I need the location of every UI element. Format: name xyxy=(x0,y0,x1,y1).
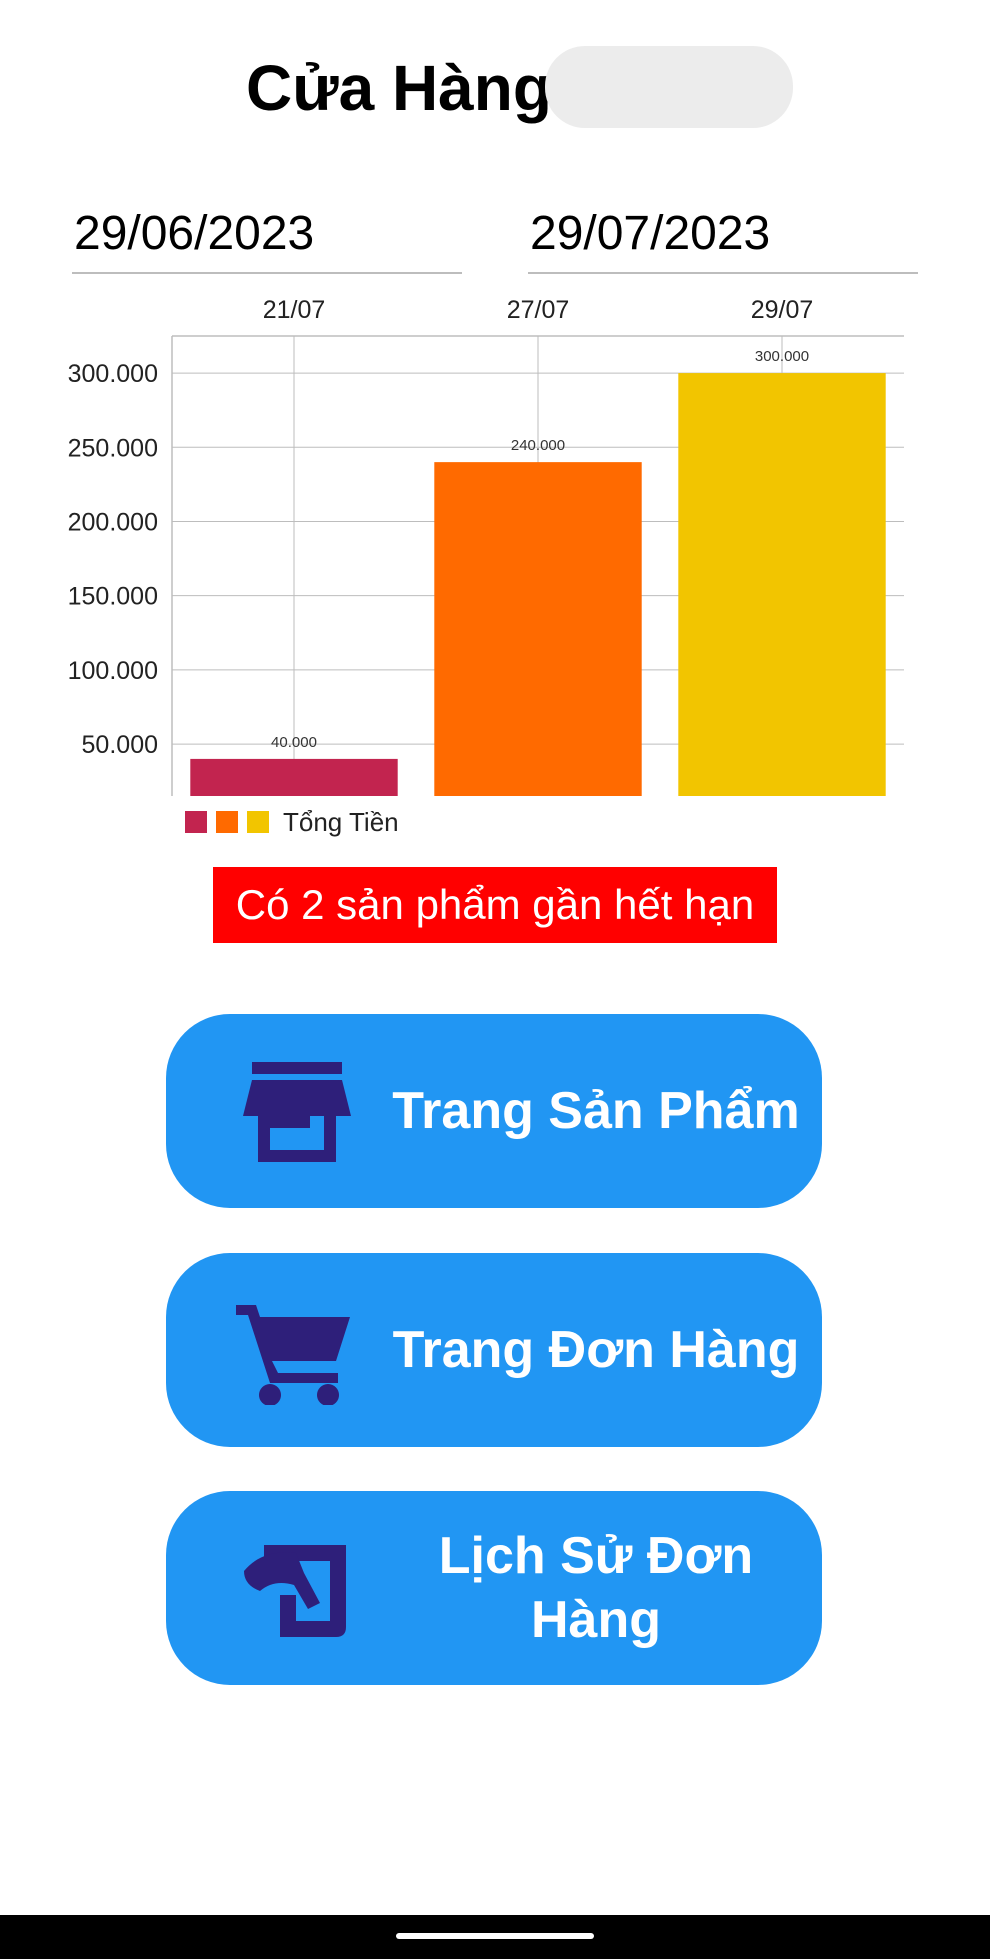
y-tick-label: 100.000 xyxy=(68,657,158,685)
store-icon xyxy=(243,1062,351,1162)
order-history-label: Lịch Sử Đơn Hàng xyxy=(438,1527,754,1649)
home-indicator[interactable] xyxy=(396,1933,594,1939)
legend-swatch xyxy=(247,811,269,833)
y-tick-label: 300.000 xyxy=(68,360,158,388)
bar xyxy=(678,373,886,796)
bar xyxy=(434,462,642,796)
legend-label: Tổng Tiền xyxy=(283,807,399,837)
orders-page-button[interactable]: Trang Đơn Hàng xyxy=(166,1253,822,1447)
x-tick-label: 29/07 xyxy=(751,296,814,324)
y-tick-label: 50.000 xyxy=(82,731,158,759)
x-tick-label: 27/07 xyxy=(507,296,570,324)
products-page-label: Trang Sản Phẩm xyxy=(392,1082,800,1140)
x-tick-label: 21/07 xyxy=(263,296,326,324)
y-tick-label: 150.000 xyxy=(68,583,158,611)
orders-page-label: Trang Đơn Hàng xyxy=(392,1321,800,1379)
date-to-value: 29/07/2023 xyxy=(530,207,771,260)
bar-value-label: 240.000 xyxy=(511,437,565,454)
bar xyxy=(190,758,398,796)
order-history-button[interactable]: Lịch Sử Đơn Hàng xyxy=(166,1491,822,1685)
date-from-value: 29/06/2023 xyxy=(74,207,315,260)
revenue-chart: 50.000 100.000 150.000 200.000 250.000 300.00… xyxy=(68,296,904,837)
date-from-field[interactable]: 29/06/2023 xyxy=(72,200,462,274)
redacted-store-name xyxy=(545,46,793,128)
header: Cửa Hàng xyxy=(0,40,990,130)
bar-value-label: 300.000 xyxy=(755,348,809,365)
history-icon xyxy=(244,1545,346,1637)
products-page-button[interactable]: Trang Sản Phẩm xyxy=(166,1014,822,1208)
system-navigation-bar xyxy=(0,1915,990,1959)
legend-swatch xyxy=(216,811,238,833)
expiry-alert: Có 2 sản phẩm gần hết hạn xyxy=(213,867,777,943)
y-tick-label: 200.000 xyxy=(68,508,158,536)
cart-icon xyxy=(236,1305,350,1405)
y-tick-label: 250.000 xyxy=(68,434,158,462)
page-title: Cửa Hàng xyxy=(246,52,552,124)
legend-swatch xyxy=(185,811,207,833)
bar-value-label: 40.000 xyxy=(271,734,317,751)
date-to-field[interactable]: 29/07/2023 xyxy=(528,200,918,274)
